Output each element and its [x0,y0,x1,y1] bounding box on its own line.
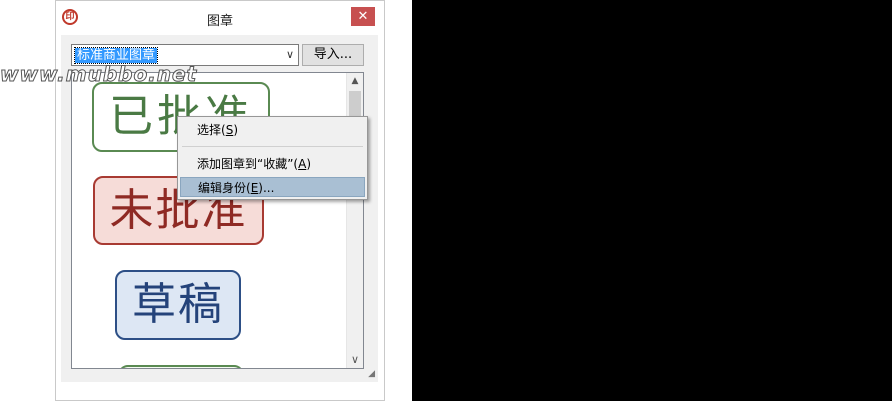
menu-item-select-suffix: ) [233,123,238,137]
close-button[interactable]: ✕ [351,7,375,26]
menu-item-add-favorite-suffix: ) [306,157,312,171]
scroll-down-icon[interactable]: ∨ [347,351,363,368]
resize-grip-icon[interactable]: ◢ [368,369,375,379]
background-page-strip [385,0,412,401]
import-button[interactable]: 导入... [302,44,364,66]
watermark-text: www.mubbo.net [0,62,198,87]
stamp-draft[interactable]: 草稿 [115,270,241,340]
window-title: 图章 [206,14,233,29]
background-page-left [0,0,58,401]
menu-item-add-favorite[interactable]: 添加图章到“收藏”(A) [180,154,365,174]
menu-separator [182,146,363,147]
menu-item-select-label: 选择( [197,123,226,137]
menu-item-edit-identity-suffix: )... [258,181,275,195]
chevron-down-icon[interactable]: ∨ [282,45,298,65]
titlebar: 印 图章 ✕ [56,1,384,35]
menu-item-edit-identity[interactable]: 编辑身份(E)... [180,177,365,197]
context-menu: 选择(S) 添加图章到“收藏”(A) 编辑身份(E)... [177,116,368,200]
stamp-partially-visible[interactable] [118,365,244,368]
menu-item-edit-identity-label: 编辑身份( [198,181,251,195]
menu-item-select[interactable]: 选择(S) [180,120,365,140]
dialog-client: 标准商业图章 ∨ 导入... 已批准 未批准 草稿 ▲ ∨ ◢ [61,35,378,382]
stamp-category-value: 标准商业图章 [73,47,159,64]
scroll-up-icon[interactable]: ▲ [347,73,363,90]
stamp-dialog: 印 图章 ✕ 标准商业图章 ∨ 导入... 已批准 未批准 草稿 ▲ ∨ ◢ [55,0,385,401]
menu-item-add-favorite-label: 添加图章到“收藏”( [197,157,299,171]
